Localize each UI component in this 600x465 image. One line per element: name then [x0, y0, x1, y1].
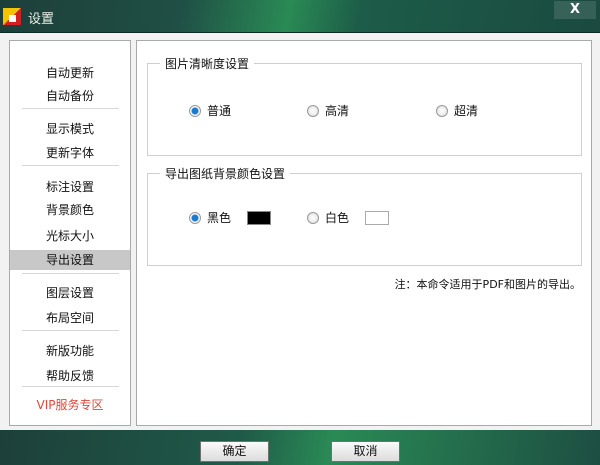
divider: [22, 386, 119, 387]
sidebar-item-cursor-size[interactable]: 光标大小: [10, 226, 130, 246]
sidebar-item-bg-color[interactable]: 背景颜色: [10, 200, 130, 220]
radio-label: 超清: [454, 104, 479, 118]
bottom-bar: 确定 取消: [0, 430, 600, 465]
ok-button[interactable]: 确定: [200, 441, 269, 462]
divider: [22, 108, 119, 109]
sidebar-item-annotation[interactable]: 标注设置: [10, 177, 130, 197]
radio-uhd[interactable]: 超清: [436, 102, 478, 119]
radio-unchecked-icon: [307, 211, 319, 224]
radio-checked-icon: [189, 104, 201, 117]
content-panel: 图片清晰度设置 普通 高清 超清 导出图纸背景颜色设置 黑色 白色 注：本命令适…: [136, 40, 592, 426]
radio-label: 普通: [207, 104, 232, 118]
export-note: 注：本命令适用于PDF和图片的导出。: [394, 278, 581, 291]
sidebar-item-export[interactable]: 导出设置: [10, 250, 130, 270]
window-title: 设置: [28, 12, 55, 27]
clarity-group: 图片清晰度设置 普通 高清 超清: [147, 55, 582, 156]
sidebar-item-auto-backup[interactable]: 自动备份: [10, 86, 130, 106]
sidebar-item-layout-space[interactable]: 布局空间: [10, 308, 130, 328]
radio-checked-icon: [189, 211, 201, 224]
sidebar-item-display-mode[interactable]: 显示模式: [10, 119, 130, 139]
close-button[interactable]: X: [554, 1, 596, 19]
white-swatch: [365, 210, 390, 225]
divider: [22, 165, 119, 166]
sidebar-item-auto-update[interactable]: 自动更新: [10, 63, 130, 83]
radio-label: 高清: [325, 104, 350, 118]
sidebar: 自动更新 自动备份 显示模式 更新字体 标注设置 背景颜色 光标大小 导出设置 …: [9, 40, 131, 426]
radio-black[interactable]: 黑色: [189, 209, 272, 226]
sidebar-item-layers[interactable]: 图层设置: [10, 283, 130, 303]
sidebar-item-feedback[interactable]: 帮助反馈: [10, 366, 130, 386]
divider: [22, 330, 119, 331]
radio-unchecked-icon: [307, 104, 319, 117]
sidebar-item-new-features[interactable]: 新版功能: [10, 341, 130, 361]
radio-label: 白色: [325, 211, 350, 225]
title-bar: 设置 X: [0, 0, 600, 33]
clarity-group-title: 图片清晰度设置: [160, 55, 255, 72]
radio-hd[interactable]: 高清: [307, 102, 349, 119]
black-swatch: [247, 210, 272, 225]
sidebar-item-vip[interactable]: VIP服务专区: [10, 395, 130, 415]
background-group: 导出图纸背景颜色设置 黑色 白色: [147, 165, 582, 266]
radio-white[interactable]: 白色: [307, 209, 390, 226]
radio-normal[interactable]: 普通: [189, 102, 231, 119]
divider: [22, 273, 119, 274]
radio-unchecked-icon: [436, 104, 448, 117]
app-logo-icon: [3, 8, 21, 25]
sidebar-item-update-font[interactable]: 更新字体: [10, 143, 130, 163]
background-group-title: 导出图纸背景颜色设置: [160, 165, 291, 182]
radio-label: 黑色: [207, 211, 232, 225]
cancel-button[interactable]: 取消: [331, 441, 400, 462]
